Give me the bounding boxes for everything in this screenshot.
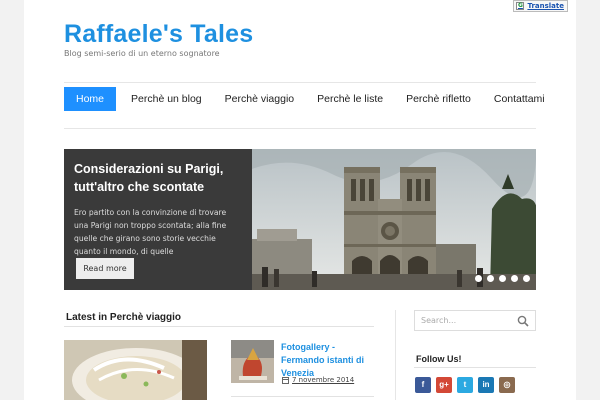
nav-bottom-divider [64,128,536,129]
read-more-button[interactable]: Read more [76,258,134,279]
search-icon[interactable] [517,315,529,327]
slider-dot[interactable] [511,275,518,282]
linkedin-icon[interactable]: in [478,377,494,393]
nav-item-perche-un-blog[interactable]: Perchè un blog [122,87,211,111]
nav-item-contattami[interactable]: Contattami [485,87,554,111]
site-tagline: Blog semi-serio di un eterno sognatore [64,49,220,58]
post-title-link[interactable]: Fotogallery - Fermando istanti di Venezi… [281,341,371,380]
latest-section-heading: Latest in Perchè viaggio [66,312,182,323]
slider-dot[interactable] [475,275,482,282]
social-icons: f g+ t in ◎ [415,377,525,393]
slide-excerpt: Ero partito con la convinzione di trovar… [74,208,227,256]
nav-item-home[interactable]: Home [64,87,117,111]
page: G Translate Raffaele's Tales Blog semi-s… [24,0,576,400]
instagram-icon[interactable]: ◎ [499,377,515,393]
google-translate-icon: G [516,2,525,10]
search-input[interactable]: Search... [414,310,536,331]
translate-button[interactable]: G Translate [513,0,568,12]
google-plus-icon[interactable]: g+ [436,377,452,393]
sidebar-divider [395,310,396,400]
featured-slider: Considerazioni su Parigi, tutt'altro che… [64,149,536,290]
post-image[interactable] [64,340,207,400]
main-nav: Home Perchè un blog Perchè viaggio Perch… [64,87,559,111]
nav-item-perche-le-liste[interactable]: Perchè le liste [308,87,392,111]
slider-dot[interactable] [523,275,530,282]
nav-top-divider [64,82,536,83]
search-placeholder: Search... [421,316,457,325]
twitter-icon[interactable]: t [457,377,473,393]
post-date-link[interactable]: 7 novembre 2014 [292,376,354,384]
slide-title[interactable]: Considerazioni su Parigi, tutt'altro che… [74,160,242,196]
post-thumbnail[interactable] [231,340,274,383]
follow-divider [414,367,536,368]
post-date: 7 novembre 2014 [282,376,354,384]
notre-dame-photo[interactable] [252,149,536,290]
translate-label: Translate [527,2,564,10]
slider-dot[interactable] [499,275,506,282]
calendar-icon [282,376,289,384]
slider-dot[interactable] [487,275,494,282]
section-divider [64,326,374,327]
slide-caption: Considerazioni su Parigi, tutt'altro che… [64,149,252,290]
nav-item-perche-rifletto[interactable]: Perchè rifletto [397,87,480,111]
follow-heading: Follow Us! [416,354,462,364]
slider-pagination [475,275,530,282]
nav-item-perche-viaggio[interactable]: Perchè viaggio [216,87,303,111]
site-title[interactable]: Raffaele's Tales [64,20,253,49]
post-divider [231,396,374,397]
facebook-icon[interactable]: f [415,377,431,393]
